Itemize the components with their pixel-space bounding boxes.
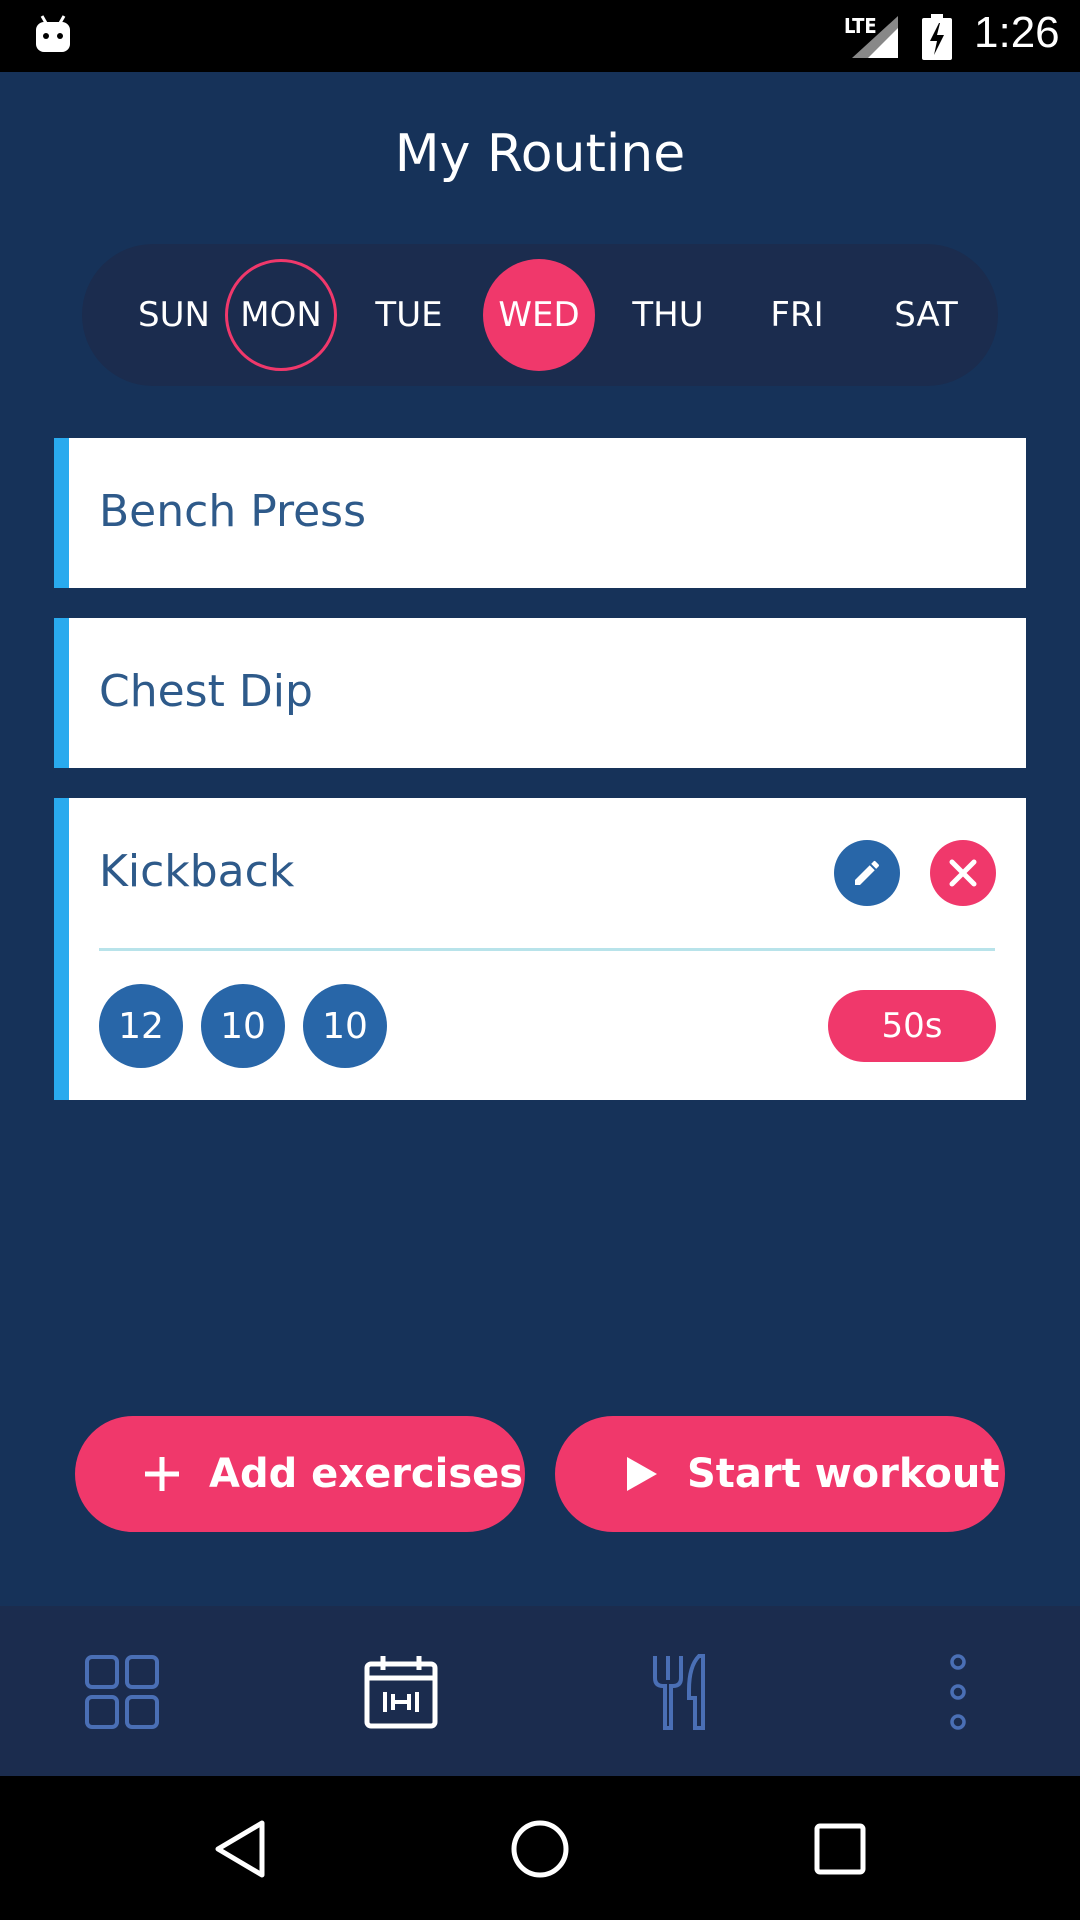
status-bar: LTE 1:26 [0, 0, 1080, 72]
exercise-card[interactable]: Bench Press [54, 438, 1026, 588]
rep-count[interactable]: 10 [303, 984, 387, 1068]
exercise-name: Kickback [99, 846, 295, 897]
day-selector: SUN MON TUE WED THU FRI SAT [82, 244, 998, 386]
day-fri[interactable]: FRI [741, 259, 853, 371]
plus-icon [145, 1457, 179, 1491]
home-icon [511, 1820, 569, 1878]
dashboard-icon [85, 1655, 159, 1729]
calendar-workout-icon [364, 1656, 438, 1729]
day-tue[interactable]: TUE [353, 259, 465, 371]
rep-count[interactable]: 12 [99, 984, 183, 1068]
day-sun[interactable]: SUN [118, 259, 230, 371]
battery-charging-icon [922, 14, 952, 60]
day-sat[interactable]: SAT [870, 259, 982, 371]
page-title: My Routine [394, 124, 686, 184]
close-icon [949, 859, 977, 887]
home-button[interactable] [505, 1814, 575, 1884]
bottom-nav [0, 1606, 1080, 1776]
rep-count[interactable]: 10 [201, 984, 285, 1068]
delete-button[interactable] [930, 840, 996, 906]
edit-button[interactable] [834, 840, 900, 906]
android-icon [36, 15, 70, 52]
day-wed[interactable]: WED [483, 259, 595, 371]
day-mon[interactable]: MON [225, 259, 337, 371]
nav-more[interactable] [920, 1654, 996, 1730]
nav-routine[interactable] [363, 1654, 439, 1730]
back-icon [215, 1820, 265, 1878]
recents-icon [814, 1823, 866, 1875]
start-workout-label: Start workout [687, 1451, 1000, 1497]
exercise-card-expanded[interactable]: Kickback 12 10 10 50s [54, 798, 1026, 1100]
fork-knife-icon [653, 1654, 705, 1730]
day-thu[interactable]: THU [612, 259, 724, 371]
start-workout-button[interactable]: Start workout [555, 1416, 1005, 1532]
card-divider [99, 948, 995, 951]
signal-icon [852, 16, 898, 58]
rest-time-badge[interactable]: 50s [828, 990, 996, 1062]
add-exercises-label: Add exercises [209, 1451, 524, 1497]
exercise-name: Chest Dip [99, 666, 313, 717]
system-nav-bar [0, 1776, 1080, 1920]
nav-nutrition[interactable] [641, 1654, 717, 1730]
pencil-icon [855, 860, 880, 885]
exercise-card[interactable]: Chest Dip [54, 618, 1026, 768]
back-button[interactable] [205, 1814, 275, 1884]
exercise-name: Bench Press [99, 486, 367, 537]
more-vertical-icon [950, 1654, 966, 1730]
add-exercises-button[interactable]: Add exercises [75, 1416, 525, 1532]
play-icon [627, 1457, 657, 1491]
status-time: 1:26 [974, 8, 1060, 57]
recents-button[interactable] [805, 1814, 875, 1884]
nav-dashboard[interactable] [84, 1654, 160, 1730]
